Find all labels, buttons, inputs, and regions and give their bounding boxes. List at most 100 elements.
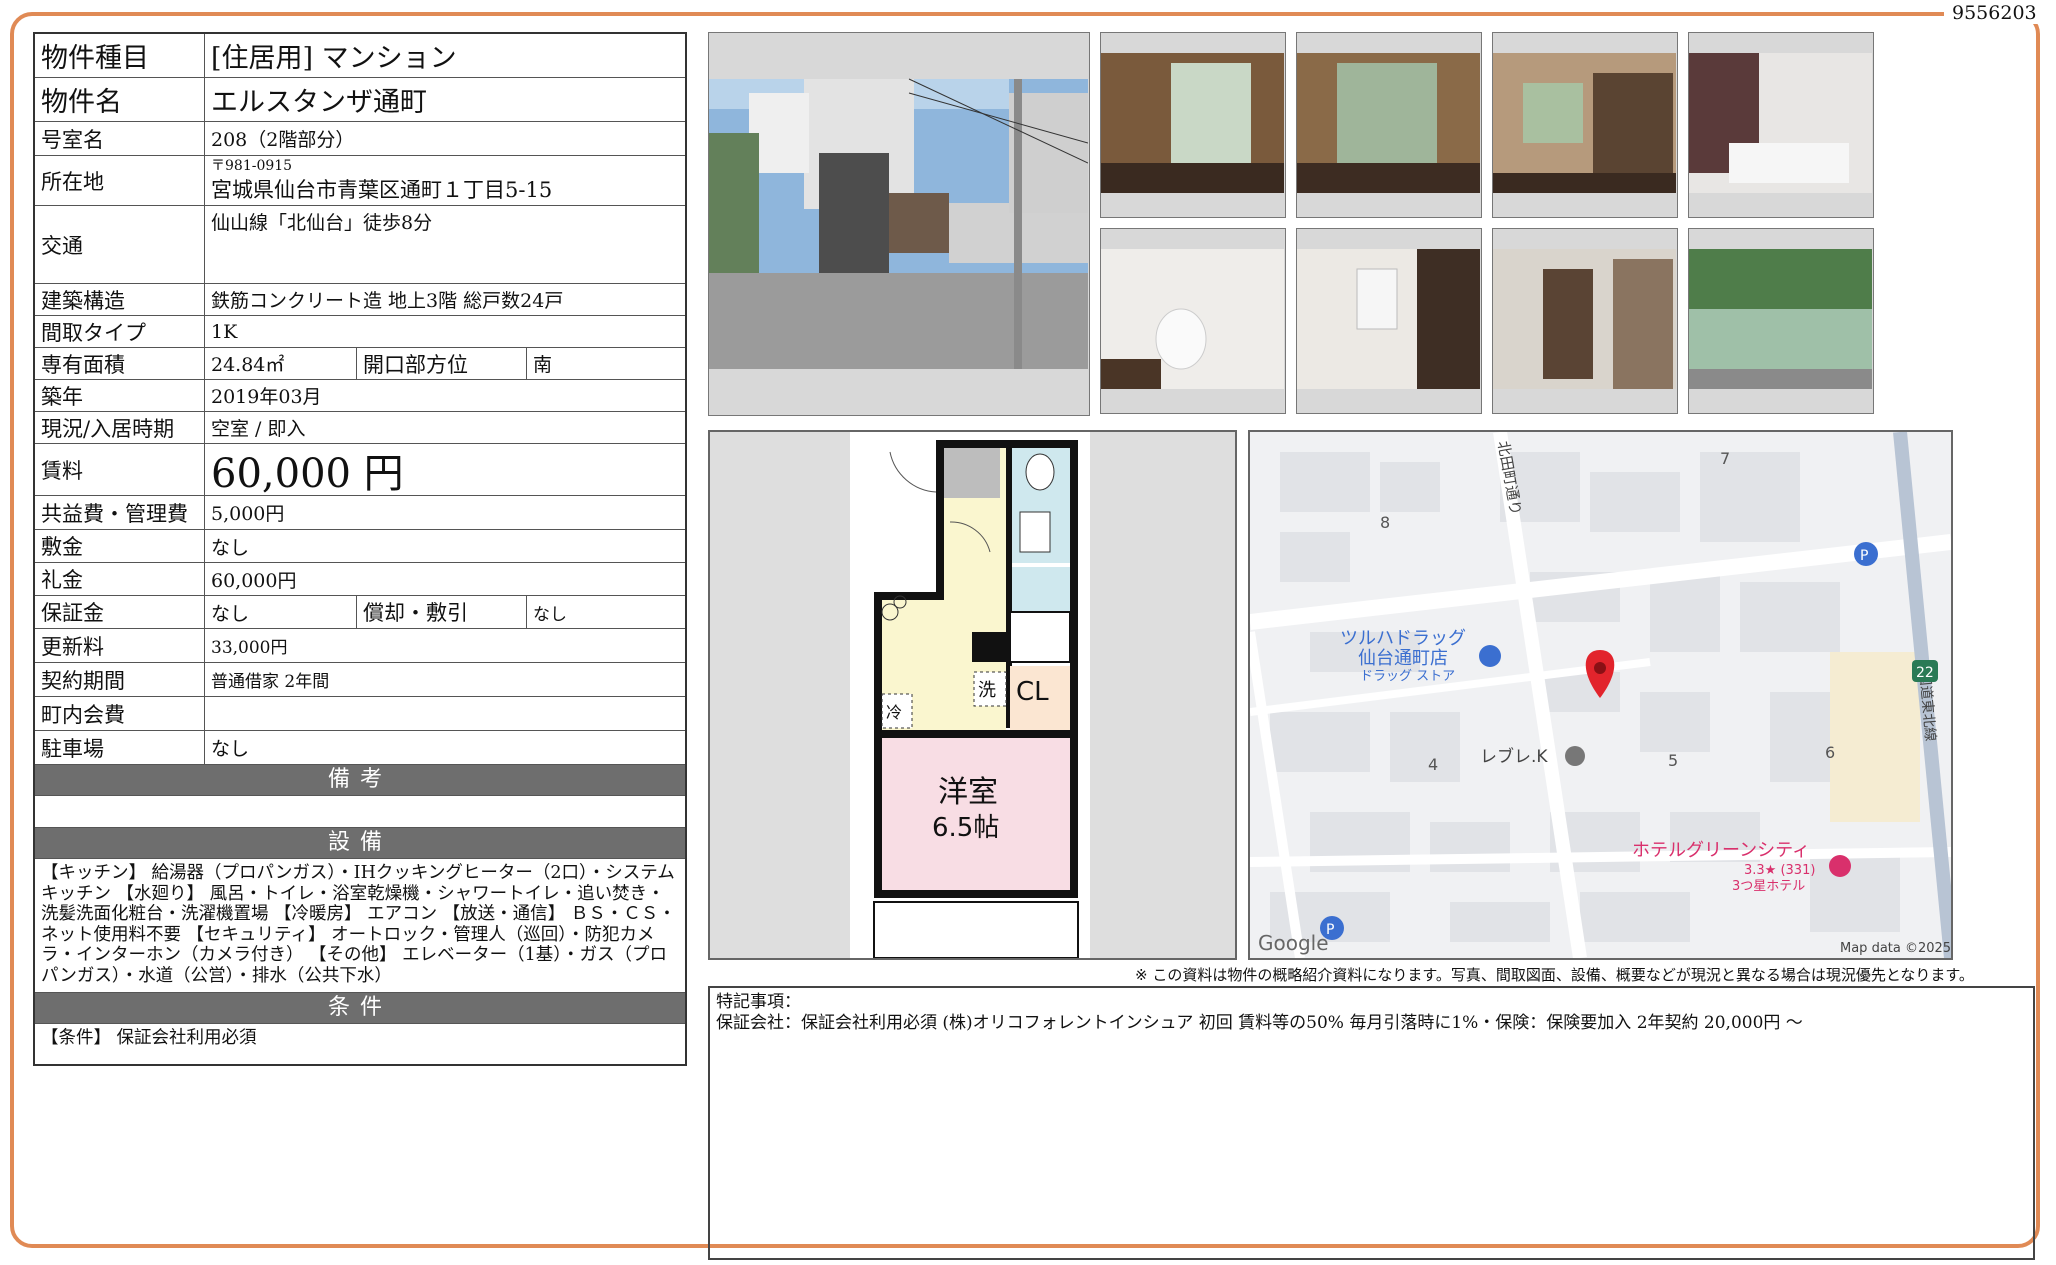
block-7: 7	[1720, 449, 1730, 468]
row-structure: 建築構造 鉄筋コンクリート造 地上3階 総戸数24戸	[35, 284, 685, 316]
room-name-label: 洋室	[938, 775, 998, 810]
block-5: 5	[1668, 751, 1678, 770]
row-contract: 契約期間 普通借家 2年間	[35, 663, 685, 697]
name-label: 物件名	[35, 78, 205, 121]
toilet-photo[interactable]	[1100, 228, 1286, 414]
area-value: 24.84㎡	[205, 348, 357, 379]
row-status: 現況/入居時期 空室 / 即入	[35, 412, 685, 444]
block-8: 8	[1380, 513, 1390, 532]
special-notes-title: 特記事項：	[716, 992, 801, 1012]
equipment-header: 設備	[35, 828, 685, 859]
floor-plan: CL 洗 冷 洋室 6.5帖	[708, 430, 1237, 960]
google-logo: Google	[1258, 931, 1329, 955]
renewal-label: 更新料	[35, 629, 205, 662]
community-value	[205, 697, 685, 730]
amort-label: 償却・敷引	[357, 596, 527, 628]
block-6: 6	[1825, 743, 1835, 762]
key-money-value: 60,000円	[211, 569, 297, 592]
address-value: 〒981-0915 宮城県仙台市青葉区通町１丁目5-15	[205, 156, 685, 205]
transport-value: 仙山線「北仙台」徒歩8分	[211, 212, 433, 234]
entrance-photo[interactable]	[1492, 228, 1678, 414]
amort-value: なし	[533, 604, 567, 625]
address-text: 宮城県仙台市青葉区通町１丁目5-15	[211, 177, 553, 202]
row-renewal: 更新料 33,000円	[35, 629, 685, 663]
row-area: 専有面積 24.84㎡ 開口部方位 南	[35, 348, 685, 380]
guarantee-value: なし	[205, 596, 357, 628]
name-value: エルスタンザ通町	[211, 87, 427, 118]
hotel-rating: 3.3★ (331)	[1744, 863, 1815, 878]
hotel-name: ホテルグリーンシティ	[1632, 840, 1810, 861]
parking-value: なし	[211, 738, 250, 760]
row-room: 号室名 208（2階部分）	[35, 122, 685, 156]
rent-label: 賃料	[35, 444, 205, 495]
structure-label: 建築構造	[35, 284, 205, 315]
store-name: ツルハドラッグ	[1340, 628, 1466, 649]
parking-label: 駐車場	[35, 731, 205, 764]
hotel-pin-icon[interactable]	[1829, 855, 1851, 877]
deposit-value: なし	[211, 536, 250, 559]
type-value: [住居用] マンション	[211, 43, 457, 74]
key-money-label: 礼金	[35, 563, 205, 595]
balcony-photo[interactable]	[1688, 228, 1874, 414]
parking-p-label: P	[1860, 548, 1868, 564]
row-type: 物件種目 [住居用] マンション	[35, 34, 685, 78]
closet-label: CL	[1016, 677, 1049, 707]
remarks-header: 備考	[35, 765, 685, 796]
conditions-header: 条件	[35, 993, 685, 1024]
row-address: 所在地 〒981-0915 宮城県仙台市青葉区通町１丁目5-15	[35, 156, 685, 206]
community-label: 町内会費	[35, 697, 205, 730]
store-pin-icon[interactable]	[1479, 645, 1501, 667]
renewal-value: 33,000円	[211, 638, 288, 658]
area-label: 専有面積	[35, 348, 205, 379]
fee-value: 5,000円	[211, 503, 285, 525]
layout-value: 1K	[211, 320, 238, 343]
guarantee-label: 保証金	[35, 596, 205, 628]
interior-photo-1[interactable]	[1100, 32, 1286, 218]
address-label: 所在地	[35, 156, 205, 205]
equipment-body: 【キッチン】 給湯器（プロパンガス）・IHクッキングヒーター（2口）・システムキ…	[35, 859, 685, 993]
layout-label: 間取タイプ	[35, 316, 205, 347]
washer-label: 洗	[978, 680, 996, 701]
fee-label: 共益費・管理費	[35, 496, 205, 529]
washroom-photo[interactable]	[1296, 228, 1482, 414]
row-deposit: 敷金 なし	[35, 530, 685, 563]
orientation-label: 開口部方位	[357, 348, 527, 379]
row-fee: 共益費・管理費 5,000円	[35, 496, 685, 530]
row-layout: 間取タイプ 1K	[35, 316, 685, 348]
interior-photo-3[interactable]	[1492, 32, 1678, 218]
store-branch: 仙台通町店	[1358, 648, 1448, 669]
row-transport: 交通 仙山線「北仙台」徒歩8分	[35, 206, 685, 284]
place-pin-icon[interactable]	[1565, 746, 1585, 766]
block-4: 4	[1428, 755, 1438, 774]
row-rent: 賃料 60,000 円	[35, 444, 685, 497]
contract-label: 契約期間	[35, 663, 205, 696]
special-notes-text: 保証会社：保証会社利用必須 (株)オリコフォレントインシュア 初回 賃料等の50…	[716, 1013, 1803, 1033]
location-map[interactable]: 7 8 4 5 6 北田町通り 国道東北線 ツルハドラッグ 仙台通町店 ドラッグ…	[1248, 430, 1953, 960]
route-number: 22	[1916, 665, 1934, 681]
special-notes: 特記事項： 保証会社：保証会社利用必須 (株)オリコフォレントインシュア 初回 …	[708, 986, 2035, 1260]
deposit-label: 敷金	[35, 530, 205, 562]
row-parking: 駐車場 なし	[35, 731, 685, 765]
rent-value: 60,000 円	[211, 450, 404, 497]
exterior-image	[709, 33, 1089, 414]
transport-label: 交通	[35, 206, 205, 283]
structure-value: 鉄筋コンクリート造 地上3階 総戸数24戸	[211, 290, 564, 312]
floor-plan-drawing: CL 洗 冷 洋室 6.5帖	[850, 432, 1090, 959]
row-guarantee: 保証金 なし 償却・敷引 なし	[35, 596, 685, 629]
row-key-money: 礼金 60,000円	[35, 563, 685, 596]
type-label: 物件種目	[35, 34, 205, 77]
built-value: 2019年03月	[211, 386, 322, 408]
fridge-label: 冷	[886, 703, 902, 722]
row-built: 築年 2019年03月	[35, 380, 685, 412]
built-label: 築年	[35, 380, 205, 411]
postal-code: 〒981-0915	[211, 157, 293, 174]
interior-photo-2[interactable]	[1296, 32, 1482, 218]
disclaimer: ※ この資料は物件の概略紹介資料になります。写真、間取図面、設備、概要などが現況…	[1135, 966, 1974, 984]
status-label: 現況/入居時期	[35, 412, 205, 443]
row-community: 町内会費	[35, 697, 685, 731]
bathroom-photo[interactable]	[1688, 32, 1874, 218]
room-size-label: 6.5帖	[932, 813, 999, 843]
remarks-body	[35, 796, 685, 828]
property-table: 物件種目 [住居用] マンション 物件名 エルスタンザ通町 号室名 208（2階…	[33, 32, 687, 1066]
building-exterior-photo[interactable]	[708, 32, 1090, 416]
